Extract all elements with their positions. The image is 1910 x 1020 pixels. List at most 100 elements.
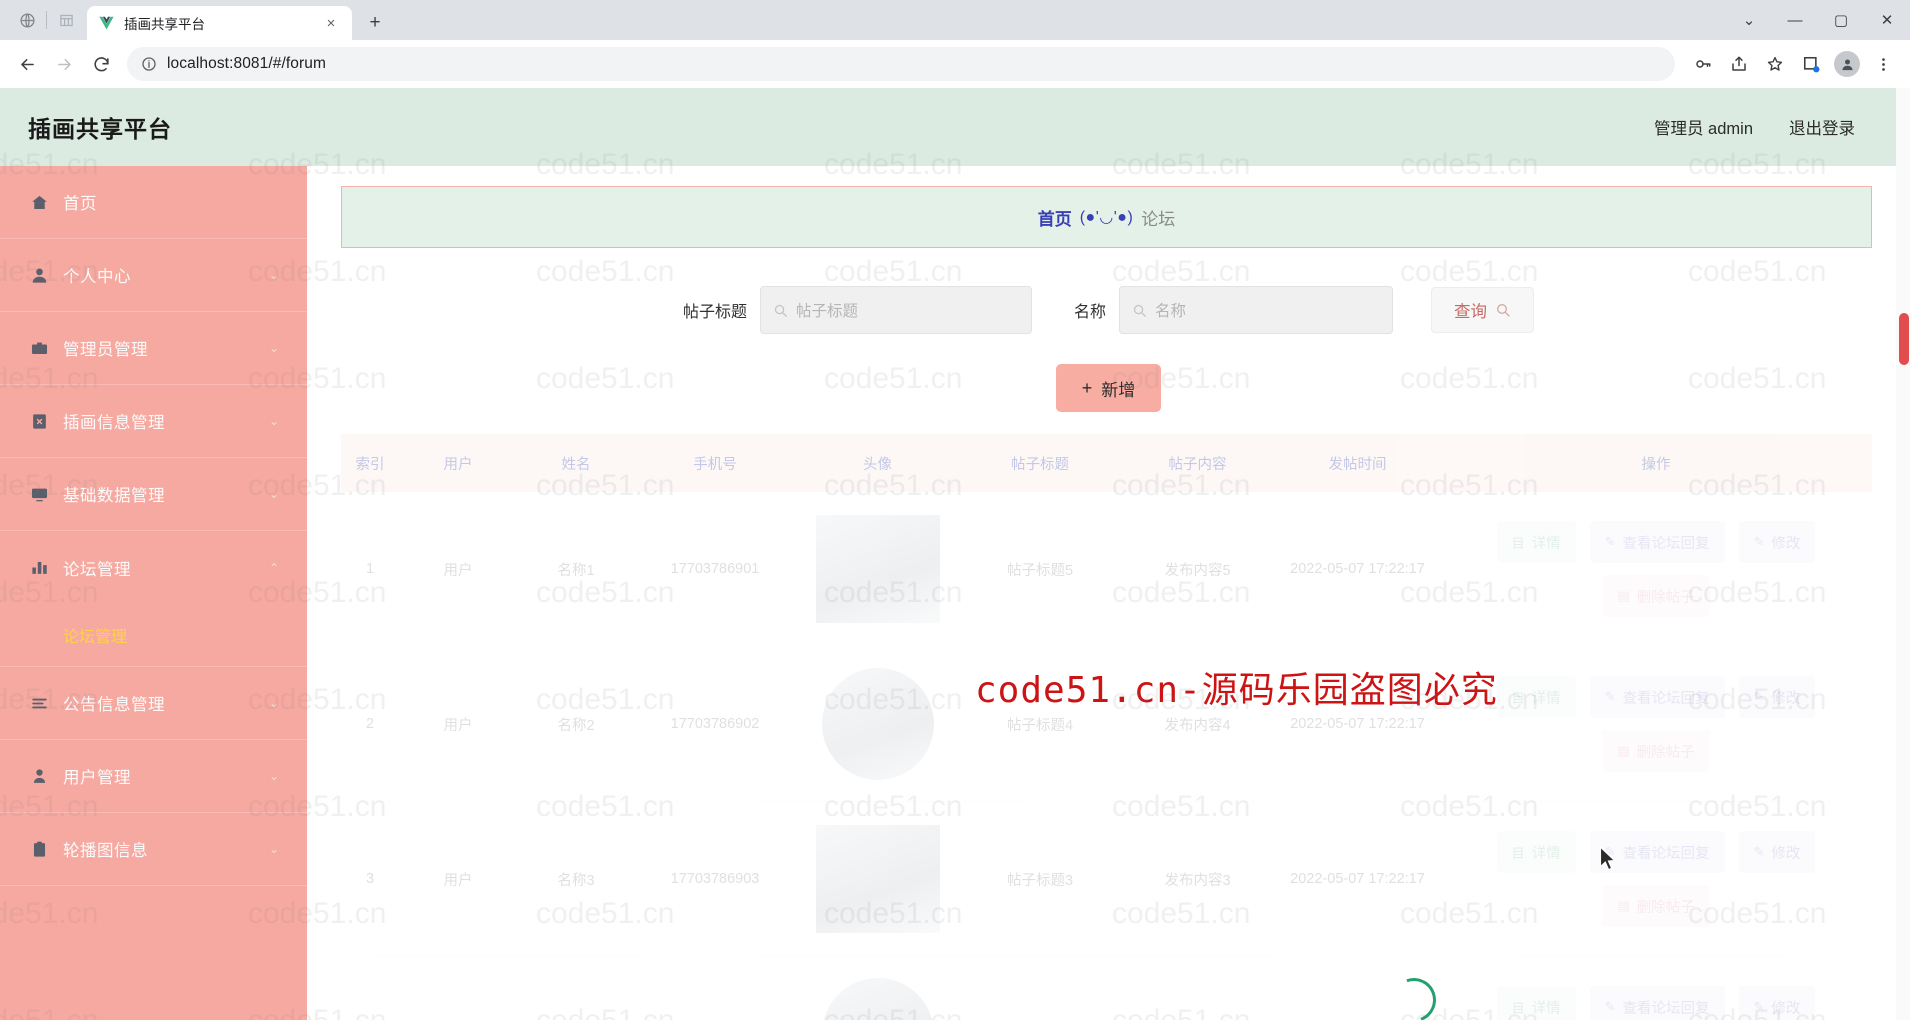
bookmark-star-icon[interactable] — [1758, 47, 1792, 81]
site-info-icon[interactable] — [141, 56, 157, 72]
delete-post-button[interactable]: ▤ 删除帖子 — [1602, 730, 1710, 772]
user-icon — [28, 266, 50, 285]
maximize-button[interactable]: ▢ — [1818, 0, 1864, 40]
edit-button[interactable]: ✎ 修改 — [1738, 676, 1816, 718]
clipboard-icon — [28, 840, 50, 859]
edit-icon: ✎ — [1753, 999, 1765, 1014]
breadcrumb-home-link[interactable]: 首页 — [1038, 205, 1072, 230]
sidebar-item-personal-center[interactable]: 个人中心 ⌄ — [0, 239, 307, 312]
address-bar[interactable]: localhost:8081/#/forum — [127, 47, 1675, 81]
tab-search-chevron-icon[interactable]: ⌄ — [1726, 0, 1772, 40]
browser-chrome: 插画共享平台 × + ⌄ — ▢ ✕ localhost:8081/#/foru… — [0, 0, 1910, 88]
sidebar-item-home[interactable]: 首页 — [0, 166, 307, 239]
back-arrow-icon[interactable] — [10, 47, 44, 81]
sidebar-item-base-data[interactable]: 基础数据管理 ⌄ — [0, 458, 307, 531]
sidebar-item-user-management[interactable]: 用户管理 ⌄ — [0, 740, 307, 813]
scrollbar-thumb[interactable] — [1899, 313, 1909, 365]
author-name-label: 名称 — [1074, 304, 1107, 321]
more-menu-icon[interactable] — [1866, 47, 1900, 81]
image-x-icon — [28, 412, 50, 431]
logout-link[interactable]: 退出登录 — [1789, 115, 1855, 139]
view-replies-button-label: 查看论坛回复 — [1622, 690, 1710, 707]
query-button[interactable]: 查询 — [1431, 287, 1535, 333]
edit-icon: ✎ — [1604, 689, 1616, 704]
sidebar-item-forum-management[interactable]: 论坛管理 ⌃ — [0, 531, 307, 604]
avatar — [815, 825, 940, 933]
view-replies-button[interactable]: ✎ 查看论坛回复 — [1589, 676, 1725, 718]
row-action-group: 目详情 ✎查看论坛回复 ✎修改 ▤删除帖子 — [1440, 515, 1872, 623]
post-title-input[interactable]: 帖子标题 — [760, 286, 1032, 334]
detail-button-label: 详情 — [1531, 690, 1561, 707]
password-key-icon[interactable] — [1686, 47, 1720, 81]
chevron-up-icon: ⌃ — [268, 560, 279, 575]
sidebar-item-label: 用户管理 — [63, 769, 131, 787]
vue-logo-icon — [97, 14, 115, 32]
new-tab-button[interactable]: + — [360, 8, 390, 38]
view-replies-button[interactable]: ✎ 查看论坛回复 — [1589, 986, 1725, 1020]
sidebar-item-admin-management[interactable]: 管理员管理 ⌄ — [0, 312, 307, 385]
detail-button[interactable]: 目详情 — [1496, 831, 1576, 873]
delete-post-button-label: 删除帖子 — [1636, 899, 1695, 916]
author-name-filter: 名称 名称 — [1074, 286, 1394, 334]
reload-icon[interactable] — [84, 47, 118, 81]
cell-avatar — [795, 668, 960, 780]
cell-post-title: 帖子标题5 — [1006, 562, 1074, 579]
window-close-button[interactable]: ✕ — [1864, 0, 1910, 40]
tab-grid-icon[interactable] — [49, 3, 83, 37]
sidebar-submenu-forum: 论坛管理 — [0, 604, 307, 667]
sidebar-item-illustration-info[interactable]: 插画信息管理 ⌄ — [0, 385, 307, 458]
sidebar-item-carousel-info[interactable]: 轮播图信息 ⌄ — [0, 813, 307, 886]
extensions-icon[interactable] — [1794, 47, 1828, 81]
edit-button-label: 修改 — [1771, 845, 1801, 862]
edit-button[interactable]: ✎ 修改 — [1738, 831, 1816, 873]
sidebar-item-announcement[interactable]: 公告信息管理 ⌄ — [0, 667, 307, 740]
browser-toolbar: localhost:8081/#/forum — [0, 40, 1910, 88]
app-header: 插画共享平台 管理员 admin 退出登录 — [0, 88, 1910, 166]
tab-close-icon[interactable]: × — [320, 12, 342, 34]
column-header-content: 帖子内容 — [1168, 456, 1227, 473]
minimize-button[interactable]: — — [1772, 0, 1818, 40]
profile-avatar-icon[interactable] — [1830, 47, 1864, 81]
window-controls: ⌄ — ▢ ✕ — [1726, 0, 1910, 40]
query-button-label: 查询 — [1454, 303, 1488, 321]
cell-phone: 17703786901 — [670, 561, 760, 577]
add-button[interactable]: + 新增 — [1055, 364, 1162, 412]
edit-button[interactable]: ✎ 修改 — [1738, 521, 1816, 563]
tab-title: 插画共享平台 — [124, 17, 205, 32]
cell-avatar — [795, 825, 960, 933]
search-icon — [1132, 303, 1147, 318]
cell-name: 名称2 — [557, 717, 595, 734]
detail-button[interactable]: 目详情 — [1496, 676, 1576, 718]
row-action-group: 目详情✎查看论坛回复✎修改▤删除帖子 — [1440, 980, 1872, 1020]
browser-tab[interactable]: 插画共享平台 × — [87, 6, 352, 40]
avatar — [815, 515, 940, 623]
view-replies-button[interactable]: ✎ 查看论坛回复 — [1589, 521, 1725, 563]
delete-post-button[interactable]: ▤ 删除帖子 — [1602, 885, 1710, 927]
loading-spinner — [1384, 970, 1444, 1020]
page-scrollbar[interactable] — [1896, 88, 1910, 1020]
search-filter-bar: 帖子标题 帖子标题 名称 名称 查询 — [307, 286, 1910, 334]
detail-button-label: 详情 — [1531, 845, 1561, 862]
document-icon: 目 — [1511, 535, 1525, 551]
app-body: 首页 个人中心 ⌄ 管理员管理 ⌄ 插画信息管理 ⌄ 基础数据管理 ⌄ 论坛管理… — [0, 166, 1910, 1020]
share-icon[interactable] — [1722, 47, 1756, 81]
detail-button[interactable]: 目详情 — [1496, 986, 1576, 1020]
cell-index: 1 — [365, 561, 375, 577]
post-title-filter: 帖子标题 帖子标题 — [683, 286, 1032, 334]
row-action-group: 目详情 ✎ 查看论坛回复 ✎修改 ▤删除帖子 — [1440, 670, 1872, 778]
cell-post-content: 发布内容4 — [1164, 717, 1231, 734]
breadcrumb-current: 论坛 — [1141, 209, 1176, 229]
bar-chart-icon — [28, 558, 50, 577]
author-name-placeholder: 名称 — [1155, 303, 1187, 320]
author-name-input[interactable]: 名称 — [1119, 286, 1394, 334]
edit-button[interactable]: ✎ 修改 — [1738, 986, 1816, 1020]
monitor-icon — [28, 485, 50, 504]
chevron-down-icon: ⌄ — [268, 341, 279, 355]
document-icon: 目 — [1511, 690, 1525, 706]
detail-button[interactable]: 目详情 — [1496, 521, 1576, 563]
sidebar-subitem-forum-management[interactable]: 论坛管理 — [0, 604, 307, 666]
cell-index: 3 — [365, 871, 375, 887]
globe-icon[interactable] — [10, 3, 44, 37]
delete-post-button[interactable]: ▤ 删除帖子 — [1602, 575, 1710, 617]
forward-arrow-icon[interactable] — [47, 47, 81, 81]
